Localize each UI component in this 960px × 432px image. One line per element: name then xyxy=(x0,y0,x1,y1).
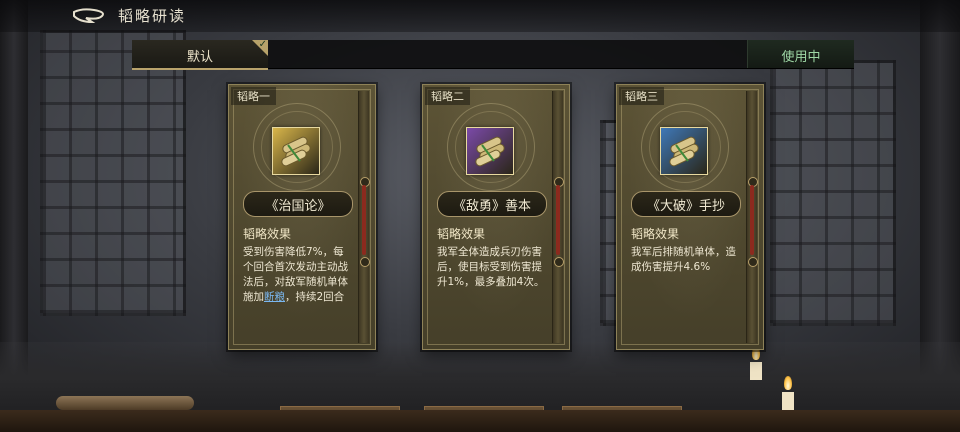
effect-text: 我军后排随机单体，造成伤害提升4.6% xyxy=(631,245,739,275)
strategy-card-3[interactable]: 韬略三 《大破》手抄 韬略效果 我军后排随机单体，造成伤害提升4.6% xyxy=(616,84,764,350)
effect-text: 受到伤害降低7%，每个回合首次发动主动战法后，对敌军随机单体施加断粮，持续2回合 xyxy=(243,245,351,305)
spine-knob-bottom xyxy=(748,257,758,267)
card-name-plate: 《治国论》 xyxy=(243,191,353,217)
card-name: 《治国论》 xyxy=(265,199,331,214)
card-spine xyxy=(552,91,564,343)
in-use-label: 使用中 xyxy=(781,50,821,65)
scroll-bundle-icon xyxy=(272,127,320,175)
scroll-bundle-icon xyxy=(660,127,708,175)
effect-keyword-link[interactable]: 断粮 xyxy=(264,291,285,303)
card-name-plate: 《大破》手抄 xyxy=(631,191,741,217)
effect-text-tail: ，持续2回合 xyxy=(285,291,345,303)
checkmark-icon: ✓ xyxy=(258,39,267,50)
spine-knob-bottom xyxy=(554,257,564,267)
effect-title: 韬略效果 xyxy=(437,227,486,241)
card-spine xyxy=(746,91,758,343)
spine-knob-bottom xyxy=(360,257,370,267)
card-name: 《大破》手抄 xyxy=(646,199,725,214)
effect-title: 韬略效果 xyxy=(631,227,680,241)
card-name: 《敌勇》善本 xyxy=(452,199,531,214)
page-title: 韬略研读 xyxy=(118,7,187,25)
tab-default-label: 默认 xyxy=(186,50,213,65)
scroll-bundle-icon xyxy=(466,127,514,175)
back-arrow-icon[interactable] xyxy=(72,6,110,26)
tab-default[interactable]: 默认 ✓ xyxy=(132,39,268,70)
effect-title: 韬略效果 xyxy=(243,227,292,241)
top-bar: 韬略研读 xyxy=(0,0,960,32)
effect-text-main: 我军全体造成兵刃伤害后，使目标受到伤害提升1%，最多叠加4次。 xyxy=(437,246,545,288)
card-number: 韬略三 xyxy=(619,87,664,105)
spine-red-cord xyxy=(750,185,754,255)
in-use-button[interactable]: 使用中 xyxy=(747,40,854,68)
preset-tab-bar: 默认 ✓ 使用中 xyxy=(132,39,854,70)
card-name-plate: 《敌勇》善本 xyxy=(437,191,547,217)
effect-text-main: 我军后排随机单体，造成伤害提升4.6% xyxy=(631,246,736,273)
card-number: 韬略二 xyxy=(425,87,470,105)
card-spine xyxy=(358,91,370,343)
strategy-card-2[interactable]: 韬略二 《敌勇》善本 韬略效果 我军全体造成兵刃伤害后，使目标受到伤害提升1%，… xyxy=(422,84,570,350)
spine-red-cord xyxy=(556,185,560,255)
card-number: 韬略一 xyxy=(231,87,276,105)
effect-text: 我军全体造成兵刃伤害后，使目标受到伤害提升1%，最多叠加4次。 xyxy=(437,245,545,290)
spine-red-cord xyxy=(362,185,366,255)
strategy-card-1[interactable]: 韬略一 《治国论》 韬略效果 受到伤害降低7%，每个回合首次发动主动战法后，对敌… xyxy=(228,84,376,350)
